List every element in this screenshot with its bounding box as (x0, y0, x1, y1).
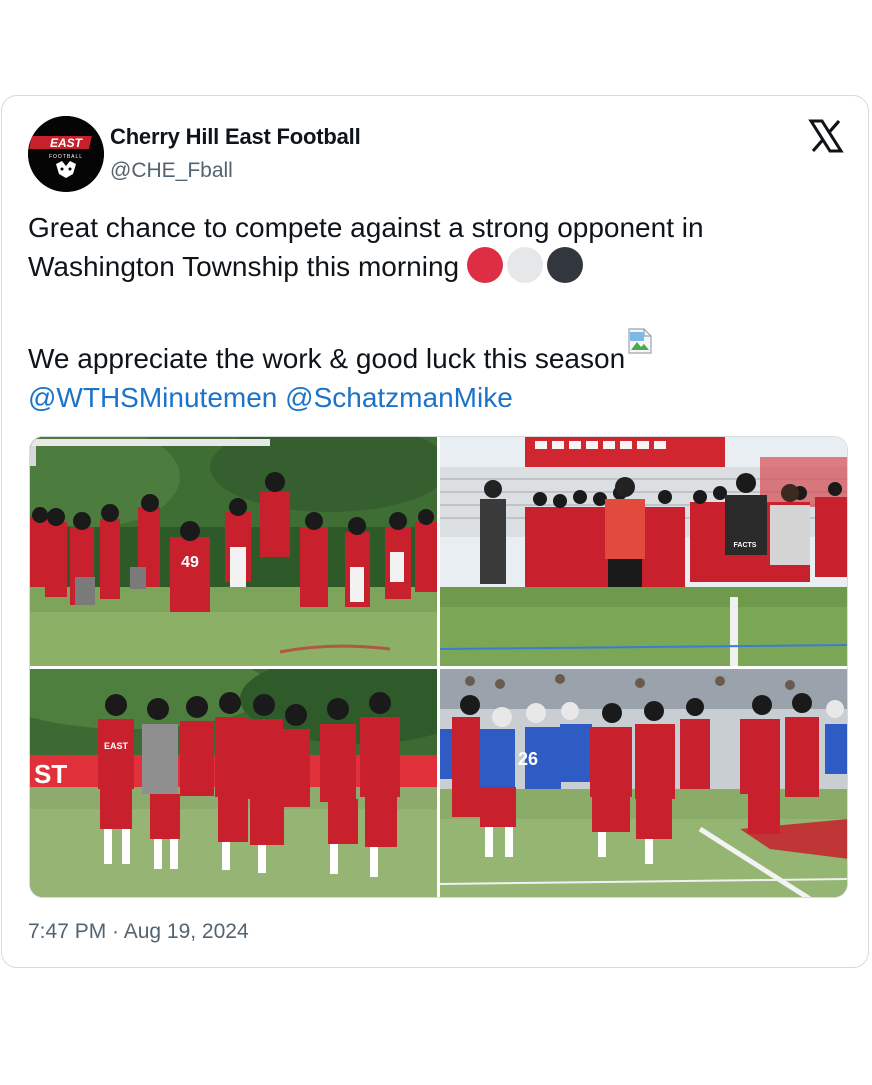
photo2-shirt-text: FACTS (734, 542, 757, 549)
author-name[interactable]: Cherry Hill East Football (110, 124, 361, 150)
avatar-text-bottom: FOOTBALL (49, 154, 83, 160)
photo-coaches-huddle[interactable]: FACTS (440, 437, 847, 666)
author-handle[interactable]: @CHE_Fball (110, 159, 233, 183)
tweet-text-line1: Great chance to compete against a strong… (28, 212, 704, 243)
tweet-timestamp[interactable]: 7:47 PM · Aug 19, 2024 (28, 920, 249, 944)
mention-schatzmanmike[interactable]: @SchatzmanMike (285, 382, 513, 413)
photo-team-warmup[interactable]: 49 (30, 437, 437, 666)
avatar[interactable]: EAST FOOTBALL (28, 116, 104, 192)
red-circle-icon (466, 247, 503, 283)
media-grid[interactable]: 49 FACTS ST EAST 26 (29, 436, 848, 898)
mention-wthsminutemen[interactable]: @WTHSMinutemen (28, 382, 277, 413)
tweet-text-line2: Washington Township this morning (28, 251, 460, 282)
photo1-jersey-number: 49 (181, 554, 199, 571)
photo3-shirt-text: EAST (104, 741, 129, 751)
x-logo-icon[interactable] (808, 118, 844, 154)
photo3-sign-text: ST (34, 759, 67, 789)
photo-players-standing[interactable]: ST EAST (30, 669, 437, 897)
tweet-header: EAST FOOTBALL Cherry Hill East Football … (28, 116, 848, 194)
black-circle-icon (546, 247, 583, 283)
avatar-text-top: EAST (50, 136, 84, 150)
photo4-jersey-number: 26 (518, 749, 538, 769)
media-divider-horizontal (30, 666, 847, 669)
photo-scrimmage[interactable]: 26 (440, 669, 847, 897)
white-circle-icon (506, 247, 543, 283)
tweet-card[interactable]: EAST FOOTBALL Cherry Hill East Football … (1, 95, 869, 968)
broken-image-icon (627, 325, 653, 354)
tweet-text-line3: We appreciate the work & good luck this … (28, 343, 626, 374)
tweet-text: Great chance to compete against a strong… (28, 208, 848, 417)
